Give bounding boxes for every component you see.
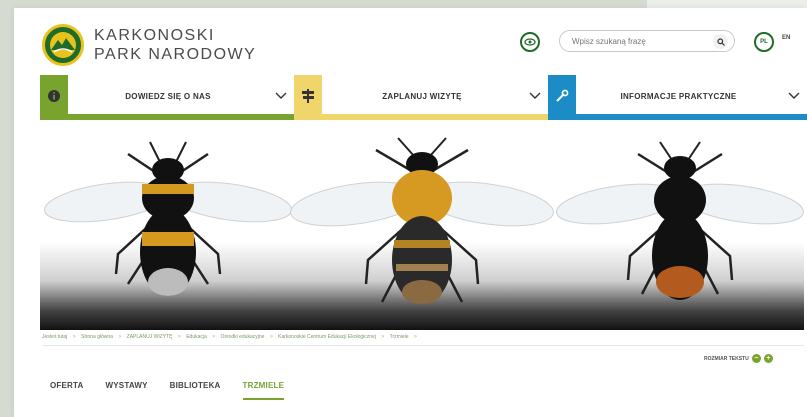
breadcrumb-item[interactable]: Edukacja bbox=[186, 334, 207, 340]
tab-biblioteka[interactable]: BIBLIOTEKA bbox=[170, 381, 221, 400]
breadcrumb-separator: > bbox=[269, 334, 273, 340]
nav-label: ZAPLANUJ WIZYTĘ bbox=[382, 91, 462, 101]
page: KARKONOSKI PARK NARODOWY PL EN DOWIEDZ S… bbox=[14, 8, 807, 417]
nav-practical-info[interactable]: INFORMACJE PRAKTYCZNE bbox=[548, 75, 807, 120]
search-icon bbox=[716, 37, 725, 46]
bumblebee-1 bbox=[44, 141, 292, 296]
chevron-down-icon bbox=[781, 75, 807, 117]
breadcrumb-separator: > bbox=[212, 334, 216, 340]
breadcrumb-separator: > bbox=[381, 334, 385, 340]
tab-oferta[interactable]: OFERTA bbox=[50, 381, 84, 400]
breadcrumb-item[interactable]: Karkonoskie Centrum Edukacji Ekologiczne… bbox=[278, 334, 376, 340]
accessibility-contrast-button[interactable] bbox=[520, 32, 540, 52]
search-input[interactable] bbox=[572, 34, 702, 49]
language-en-button[interactable]: EN bbox=[782, 35, 790, 41]
nav-plan-visit[interactable]: ZAPLANUJ WIZYTĘ bbox=[294, 75, 548, 120]
breadcrumb: Jesteś tutaj > Strona główna > ZAPLANUJ … bbox=[42, 334, 421, 340]
chevron-down-icon bbox=[268, 75, 294, 117]
tab-wystawy[interactable]: WYSTAWY bbox=[106, 381, 148, 400]
eye-icon bbox=[524, 38, 536, 46]
section-tabs: OFERTA WYSTAWY BIBLIOTEKA TRZMIELE bbox=[50, 381, 306, 400]
signpost-icon bbox=[302, 89, 314, 103]
hero-banner-bumblebees bbox=[40, 134, 804, 330]
nav-tile bbox=[294, 75, 322, 117]
search-button[interactable] bbox=[713, 34, 728, 49]
breadcrumb-item[interactable]: ZAPLANUJ WIZYTĘ bbox=[127, 334, 173, 340]
breadcrumb-separator: > bbox=[72, 334, 76, 340]
text-resize-label: ROZMIAR TEKSTU bbox=[704, 355, 749, 362]
brand-line-1: KARKONOSKI bbox=[94, 27, 215, 44]
nav-about-us[interactable]: DOWIEDZ SIĘ O NAS bbox=[40, 75, 294, 120]
breadcrumb-item[interactable]: Ośrodki edukacyjne bbox=[221, 334, 265, 340]
language-pl-button[interactable]: PL bbox=[754, 32, 774, 52]
breadcrumb-separator: > bbox=[413, 334, 417, 340]
brand-line-2: PARK NARODOWY bbox=[94, 46, 257, 63]
info-icon bbox=[48, 90, 60, 102]
breadcrumb-item-current: Trzmiele bbox=[389, 334, 409, 340]
nav-tile bbox=[548, 75, 576, 117]
brand-name[interactable]: KARKONOSKI PARK NARODOWY bbox=[94, 26, 256, 64]
breadcrumb-item: Jesteś tutaj bbox=[42, 334, 68, 340]
breadcrumb-separator: > bbox=[118, 334, 122, 340]
bumblebee-2 bbox=[290, 137, 554, 304]
breadcrumb-separator: > bbox=[177, 334, 181, 340]
text-resize-control: ROZMIAR TEKSTU − + bbox=[704, 354, 773, 363]
divider bbox=[42, 345, 804, 346]
bumblebee-illustration bbox=[44, 137, 804, 304]
wrench-icon bbox=[556, 89, 569, 102]
nav-label: DOWIEDZ SIĘ O NAS bbox=[125, 91, 211, 101]
increase-text-button[interactable]: + bbox=[763, 354, 773, 363]
nav-tile bbox=[40, 75, 68, 117]
decrease-text-button[interactable]: − bbox=[751, 354, 761, 363]
park-logo-icon[interactable] bbox=[42, 24, 84, 66]
breadcrumb-item[interactable]: Strona główna bbox=[81, 334, 113, 340]
tab-trzmiele[interactable]: TRZMIELE bbox=[242, 381, 285, 400]
chevron-down-icon bbox=[522, 75, 548, 117]
search-box bbox=[559, 30, 735, 52]
nav-label: INFORMACJE PRAKTYCZNE bbox=[620, 91, 737, 101]
bumblebee-3 bbox=[556, 141, 804, 300]
